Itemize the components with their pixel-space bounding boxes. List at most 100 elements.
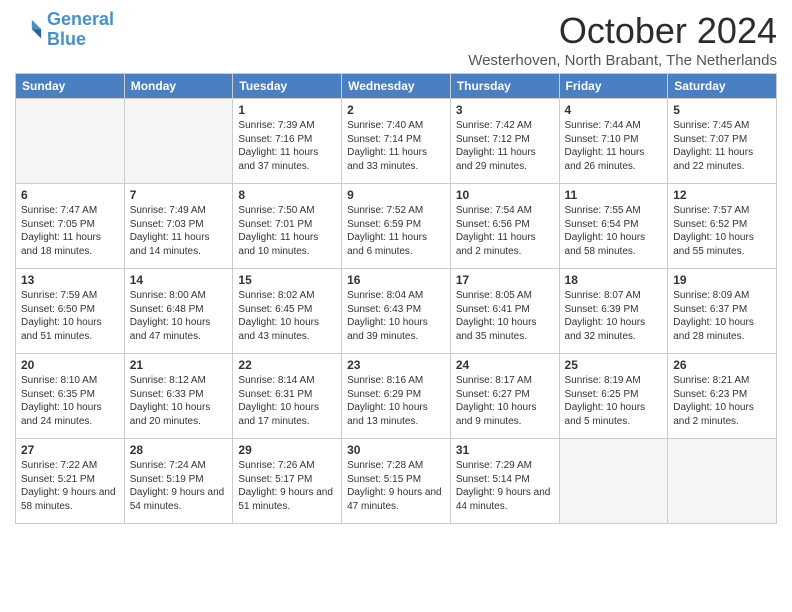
calendar-table: SundayMondayTuesdayWednesdayThursdayFrid… — [15, 73, 777, 524]
day-number: 27 — [21, 443, 119, 457]
cell-details: Sunrise: 7:26 AM Sunset: 5:17 PM Dayligh… — [238, 459, 336, 513]
calendar-cell: 17Sunrise: 8:05 AM Sunset: 6:41 PM Dayli… — [450, 269, 559, 354]
day-number: 11 — [565, 188, 663, 202]
cell-details: Sunrise: 8:21 AM Sunset: 6:23 PM Dayligh… — [673, 374, 771, 428]
day-number: 26 — [673, 358, 771, 372]
week-row-1: 1 Sunrise: 7:39 AM Sunset: 7:16 PM Daylig… — [16, 99, 777, 184]
calendar-cell: 16 Sunrise: 8:04 AM Sunset: 6:43 PM Dayli… — [342, 269, 451, 354]
day-number: 19 — [673, 273, 771, 287]
day-number: 24 — [456, 358, 554, 372]
calendar-cell: 31 Sunrise: 7:29 AM Sunset: 5:14 PM Dayli… — [450, 439, 559, 524]
cell-details: Sunrise: 7:57 AM Sunset: 6:52 PM Dayligh… — [673, 204, 771, 258]
logo: General Blue — [15, 10, 114, 50]
calendar-cell: 4Sunrise: 7:44 AM Sunset: 7:10 PM Daylig… — [559, 99, 668, 184]
calendar-cell: 14 Sunrise: 8:00 AM Sunset: 6:48 PM Dayli… — [124, 269, 233, 354]
calendar-cell: 25 Sunrise: 8:19 AM Sunset: 6:25 PM Dayli… — [559, 354, 668, 439]
day-number: 2 — [347, 103, 445, 117]
calendar-header: SundayMondayTuesdayWednesdayThursdayFrid… — [16, 74, 777, 99]
weekday-header-friday: Friday — [559, 74, 668, 99]
cell-details: Sunrise: 8:09 AM Sunset: 6:37 PM Dayligh… — [673, 289, 771, 343]
calendar-cell — [559, 439, 668, 524]
weekday-header-sunday: Sunday — [16, 74, 125, 99]
cell-details: Sunrise: 8:04 AM Sunset: 6:43 PM Dayligh… — [347, 289, 445, 343]
cell-details: Sunrise: 8:10 AM Sunset: 6:35 PM Dayligh… — [21, 374, 119, 428]
calendar-cell: 23Sunrise: 8:16 AM Sunset: 6:29 PM Dayli… — [342, 354, 451, 439]
calendar-body: 1 Sunrise: 7:39 AM Sunset: 7:16 PM Daylig… — [16, 99, 777, 524]
cell-details: Sunrise: 8:07 AM Sunset: 6:39 PM Dayligh… — [565, 289, 663, 343]
week-row-4: 20 Sunrise: 8:10 AM Sunset: 6:35 PM Dayli… — [16, 354, 777, 439]
day-number: 15 — [238, 273, 336, 287]
day-number: 1 — [238, 103, 336, 117]
cell-details: Sunrise: 7:40 AM Sunset: 7:14 PM Dayligh… — [347, 119, 445, 173]
day-number: 21 — [130, 358, 228, 372]
calendar-cell: 13 Sunrise: 7:59 AM Sunset: 6:50 PM Dayli… — [16, 269, 125, 354]
cell-details: Sunrise: 7:59 AM Sunset: 6:50 PM Dayligh… — [21, 289, 119, 343]
weekday-header-thursday: Thursday — [450, 74, 559, 99]
calendar-cell: 1 Sunrise: 7:39 AM Sunset: 7:16 PM Daylig… — [233, 99, 342, 184]
calendar-cell: 19 Sunrise: 8:09 AM Sunset: 6:37 PM Dayli… — [668, 269, 777, 354]
day-number: 17 — [456, 273, 554, 287]
calendar-cell: 18 Sunrise: 8:07 AM Sunset: 6:39 PM Dayli… — [559, 269, 668, 354]
weekday-header-monday: Monday — [124, 74, 233, 99]
day-number: 25 — [565, 358, 663, 372]
cell-details: Sunrise: 8:16 AM Sunset: 6:29 PM Dayligh… — [347, 374, 445, 428]
weekday-header-tuesday: Tuesday — [233, 74, 342, 99]
day-number: 7 — [130, 188, 228, 202]
location: Westerhoven, North Brabant, The Netherla… — [468, 52, 777, 69]
logo-text: General Blue — [47, 10, 114, 50]
day-number: 12 — [673, 188, 771, 202]
cell-details: Sunrise: 7:49 AM Sunset: 7:03 PM Dayligh… — [130, 204, 228, 258]
cell-details: Sunrise: 7:39 AM Sunset: 7:16 PM Dayligh… — [238, 119, 336, 173]
calendar-cell: 24 Sunrise: 8:17 AM Sunset: 6:27 PM Dayli… — [450, 354, 559, 439]
calendar-cell: 9 Sunrise: 7:52 AM Sunset: 6:59 PM Daylig… — [342, 184, 451, 269]
header: General Blue October 2024 Westerhoven, N… — [15, 10, 777, 69]
calendar-cell — [668, 439, 777, 524]
cell-details: Sunrise: 7:52 AM Sunset: 6:59 PM Dayligh… — [347, 204, 445, 258]
cell-details: Sunrise: 7:50 AM Sunset: 7:01 PM Dayligh… — [238, 204, 336, 258]
weekday-header-saturday: Saturday — [668, 74, 777, 99]
cell-details: Sunrise: 8:14 AM Sunset: 6:31 PM Dayligh… — [238, 374, 336, 428]
cell-details: Sunrise: 7:28 AM Sunset: 5:15 PM Dayligh… — [347, 459, 445, 513]
day-number: 18 — [565, 273, 663, 287]
calendar-cell: 30Sunrise: 7:28 AM Sunset: 5:15 PM Dayli… — [342, 439, 451, 524]
cell-details: Sunrise: 7:24 AM Sunset: 5:19 PM Dayligh… — [130, 459, 228, 513]
cell-details: Sunrise: 7:29 AM Sunset: 5:14 PM Dayligh… — [456, 459, 554, 513]
cell-details: Sunrise: 7:47 AM Sunset: 7:05 PM Dayligh… — [21, 204, 119, 258]
day-number: 28 — [130, 443, 228, 457]
calendar-cell — [124, 99, 233, 184]
day-number: 10 — [456, 188, 554, 202]
day-number: 9 — [347, 188, 445, 202]
calendar-cell: 21 Sunrise: 8:12 AM Sunset: 6:33 PM Dayli… — [124, 354, 233, 439]
cell-details: Sunrise: 7:22 AM Sunset: 5:21 PM Dayligh… — [21, 459, 119, 513]
cell-details: Sunrise: 8:00 AM Sunset: 6:48 PM Dayligh… — [130, 289, 228, 343]
week-row-3: 13 Sunrise: 7:59 AM Sunset: 6:50 PM Dayli… — [16, 269, 777, 354]
cell-details: Sunrise: 8:19 AM Sunset: 6:25 PM Dayligh… — [565, 374, 663, 428]
cell-details: Sunrise: 8:17 AM Sunset: 6:27 PM Dayligh… — [456, 374, 554, 428]
calendar-cell: 15Sunrise: 8:02 AM Sunset: 6:45 PM Dayli… — [233, 269, 342, 354]
day-number: 20 — [21, 358, 119, 372]
calendar-cell: 8 Sunrise: 7:50 AM Sunset: 7:01 PM Daylig… — [233, 184, 342, 269]
calendar-cell: 28 Sunrise: 7:24 AM Sunset: 5:19 PM Dayli… — [124, 439, 233, 524]
weekday-header-wednesday: Wednesday — [342, 74, 451, 99]
day-number: 31 — [456, 443, 554, 457]
calendar-cell: 26 Sunrise: 8:21 AM Sunset: 6:23 PM Dayli… — [668, 354, 777, 439]
calendar-cell: 20 Sunrise: 8:10 AM Sunset: 6:35 PM Dayli… — [16, 354, 125, 439]
calendar-cell: 11 Sunrise: 7:55 AM Sunset: 6:54 PM Dayli… — [559, 184, 668, 269]
page: General Blue October 2024 Westerhoven, N… — [0, 0, 792, 612]
day-number: 16 — [347, 273, 445, 287]
calendar-cell — [16, 99, 125, 184]
day-number: 14 — [130, 273, 228, 287]
cell-details: Sunrise: 7:54 AM Sunset: 6:56 PM Dayligh… — [456, 204, 554, 258]
cell-details: Sunrise: 7:55 AM Sunset: 6:54 PM Dayligh… — [565, 204, 663, 258]
cell-details: Sunrise: 8:12 AM Sunset: 6:33 PM Dayligh… — [130, 374, 228, 428]
day-number: 6 — [21, 188, 119, 202]
calendar-cell: 12 Sunrise: 7:57 AM Sunset: 6:52 PM Dayli… — [668, 184, 777, 269]
calendar-cell: 3Sunrise: 7:42 AM Sunset: 7:12 PM Daylig… — [450, 99, 559, 184]
day-number: 8 — [238, 188, 336, 202]
calendar-cell: 2 Sunrise: 7:40 AM Sunset: 7:14 PM Daylig… — [342, 99, 451, 184]
calendar-cell: 10 Sunrise: 7:54 AM Sunset: 6:56 PM Dayli… — [450, 184, 559, 269]
calendar-cell: 29Sunrise: 7:26 AM Sunset: 5:17 PM Dayli… — [233, 439, 342, 524]
calendar-cell: 22Sunrise: 8:14 AM Sunset: 6:31 PM Dayli… — [233, 354, 342, 439]
cell-details: Sunrise: 7:44 AM Sunset: 7:10 PM Dayligh… — [565, 119, 663, 173]
day-number: 13 — [21, 273, 119, 287]
